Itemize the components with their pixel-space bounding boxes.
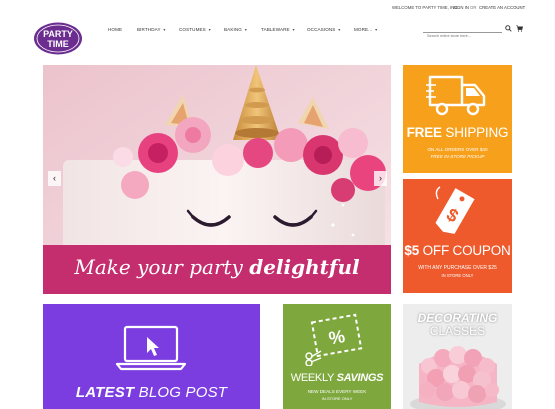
nav-item-more[interactable]: MORE... ▼: [354, 27, 378, 32]
nav-item-birthday[interactable]: BIRTHDAY ▼: [137, 27, 166, 32]
nav-item-occasions[interactable]: OCCASIONS ▼: [307, 27, 341, 32]
free-shipping-tile[interactable]: FREE SHIPPING ON ALL ORDERS OVER $40 FRE…: [403, 65, 512, 173]
chevron-down-icon: ▼: [207, 28, 212, 32]
free-shipping-subtitle: ON ALL ORDERS OVER $40: [427, 147, 488, 152]
price-tag-icon: $: [435, 186, 475, 234]
title-bold: FREE: [406, 125, 442, 140]
title-light: SHIPPING: [445, 125, 509, 140]
savings-title: WEEKLY SAVINGS: [283, 372, 391, 384]
nav-item-label: TABLEWARE: [261, 27, 290, 32]
title-bold: LATEST: [75, 384, 135, 401]
search-input[interactable]: [423, 32, 495, 40]
coupon-subtitle: WITH ANY PURCHASE OVER $25: [418, 265, 497, 271]
create-account-link[interactable]: CREATE AN ACCOUNT: [479, 5, 525, 10]
welcome-message: WELCOME TO PARTY TIME, INC.: [392, 5, 459, 10]
slider-next-button[interactable]: ›: [374, 171, 387, 186]
nav-item-label: OCCASIONS: [307, 27, 336, 32]
logo-text-party: PARTY: [43, 29, 73, 39]
title-light: OFF COUPON: [422, 243, 511, 258]
nav-item-costumes[interactable]: COSTUMES ▼: [179, 27, 212, 32]
nav-item-tableware[interactable]: TABLEWARE ▼: [261, 27, 295, 32]
chevron-down-icon: ▼: [374, 28, 378, 32]
decorating-classes-tile[interactable]: DECORATING CLASSES: [403, 304, 512, 409]
weekly-savings-tile[interactable]: % WEEKLY SAVINGS NEW DEALS EVERY WEEK IN…: [283, 304, 391, 409]
laptop-cursor-icon: [115, 325, 187, 371]
slider-prev-button[interactable]: ‹: [48, 171, 61, 186]
coupon-note: IN STORE ONLY: [441, 273, 474, 278]
tagline-bold: delightful: [249, 255, 360, 279]
free-pickup-note: FREE IN-STORE PICKUP: [430, 154, 485, 159]
nav-item-label: HOME: [108, 27, 123, 32]
search-icon[interactable]: [505, 25, 512, 32]
coupon-percent-sign: %: [327, 326, 346, 348]
nav-item-label: BIRTHDAY: [137, 27, 161, 32]
chevron-down-icon: ▼: [337, 28, 342, 32]
title-light: WEEKLY: [290, 372, 334, 384]
coupon-title: $5 OFF COUPON: [403, 243, 512, 258]
page: WELCOME TO PARTY TIME, INC. SIGN IN OR C…: [0, 0, 555, 409]
search-box: [423, 24, 502, 40]
or-text: OR: [470, 5, 477, 10]
hero-slider[interactable]: Make your party delightful ‹ ›: [43, 65, 391, 294]
logo-text-time: TIME: [47, 39, 69, 49]
title-bold: $5: [404, 243, 420, 258]
nav-item-label: COSTUMES: [179, 27, 206, 32]
title-light: BLOG POST: [138, 384, 228, 401]
hero-tagline: Make your party delightful: [43, 255, 391, 279]
delivery-truck-icon: [426, 75, 486, 116]
nav-item-baking[interactable]: BAKING ▼: [224, 27, 248, 32]
chevron-down-icon: ▼: [162, 28, 167, 32]
tagline-light: Make your party: [74, 255, 243, 279]
coupon-tile[interactable]: $ $5 OFF COUPON WITH ANY PURCHASE OVER $…: [403, 179, 512, 293]
nav-item-home[interactable]: HOME: [108, 27, 122, 32]
classes-title-line2: CLASSES: [429, 324, 486, 338]
top-bar: WELCOME TO PARTY TIME, INC. SIGN IN OR C…: [0, 0, 555, 14]
nav-item-label: MORE...: [354, 27, 373, 32]
chevron-down-icon: ▼: [243, 28, 248, 32]
nav-item-label: BAKING: [224, 27, 242, 32]
savings-note: IN-STORE ONLY: [321, 396, 353, 401]
classes-title-line1: DECORATING: [417, 311, 498, 325]
title-bold: SAVINGS: [336, 372, 384, 384]
coupon-scissors-icon: %: [305, 313, 363, 366]
chevron-down-icon: ▼: [291, 28, 296, 32]
latest-blog-tile[interactable]: LATEST BLOG POST: [43, 304, 260, 409]
party-time-logo[interactable]: PARTY TIME: [33, 22, 83, 55]
savings-subtitle: NEW DEALS EVERY WEEK: [307, 389, 367, 394]
cart-icon[interactable]: [516, 25, 523, 32]
free-shipping-title: FREE SHIPPING: [403, 125, 512, 140]
sign-in-link[interactable]: SIGN IN: [453, 5, 469, 10]
blog-title: LATEST BLOG POST: [43, 384, 260, 401]
